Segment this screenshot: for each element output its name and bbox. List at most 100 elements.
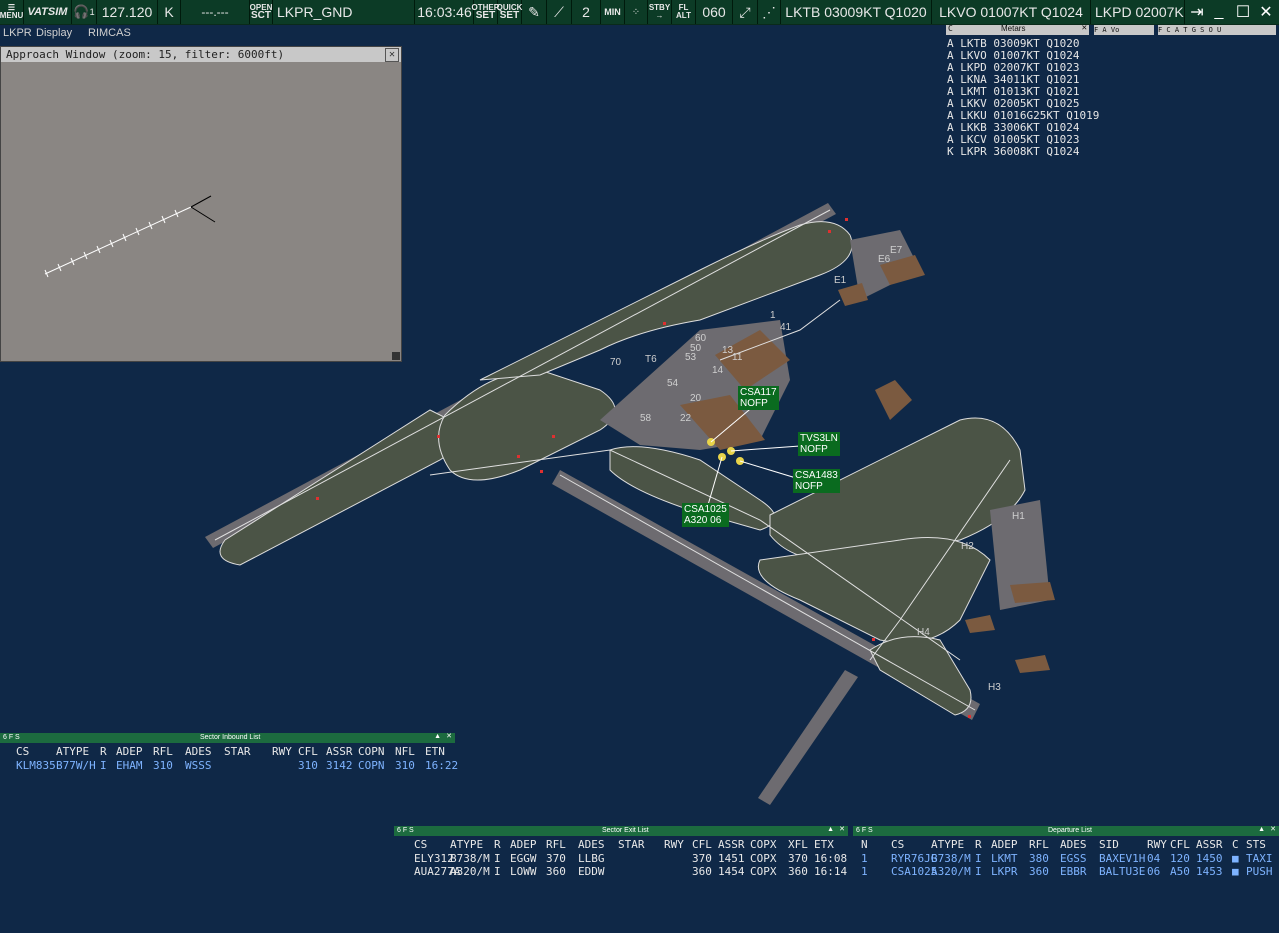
column-header[interactable]: R [100, 745, 107, 758]
column-header[interactable]: ATYPE [450, 838, 483, 851]
atis-count: 1 [89, 7, 95, 17]
aircraft-tag[interactable]: CSA117 NOFP [738, 386, 779, 410]
column-header[interactable]: ADES [185, 745, 212, 758]
column-header[interactable]: C [1232, 838, 1239, 851]
column-header[interactable]: COPX [750, 838, 777, 851]
minimize-icon[interactable]: _ [1207, 1, 1231, 23]
column-header[interactable]: ASSR [326, 745, 353, 758]
table-cell: COPN [358, 759, 385, 772]
column-header[interactable]: ATYPE [56, 745, 89, 758]
menu-lkpr[interactable]: LKPR [3, 27, 32, 39]
secondary-frequency[interactable]: ---.--- [181, 0, 250, 24]
other-set-button[interactable]: OTHER SET [472, 0, 500, 24]
range-display[interactable]: 2 [572, 0, 601, 24]
dots-icon[interactable]: ⁘ [625, 0, 648, 24]
column-header[interactable]: ADES [1060, 838, 1087, 851]
metars-filter-a[interactable]: F A Vo [1094, 25, 1154, 35]
ruler-icon[interactable]: ⟋ [547, 0, 572, 24]
close-icon[interactable]: ✕ [446, 732, 452, 742]
column-header[interactable]: STAR [618, 838, 645, 851]
collapse-icon[interactable]: ▲ [827, 825, 834, 835]
waypoint-icon[interactable]: ⋰ [758, 0, 781, 24]
open-sector-button[interactable]: OPEN SCT [250, 0, 273, 24]
menu-rimcas[interactable]: RIMCAS [88, 27, 131, 39]
table-cell[interactable]: KLM835 [16, 759, 56, 772]
column-header[interactable]: RWY [664, 838, 684, 851]
column-header[interactable]: CFL [1170, 838, 1190, 851]
departure-list-header[interactable]: 6 F S Departure List ▲ ✕ [853, 826, 1279, 836]
table-cell[interactable]: ELY312 [414, 852, 454, 865]
column-header[interactable]: ASSR [718, 838, 745, 851]
inbound-list-header[interactable]: 6 F S Sector Inbound List ▲ ✕ [0, 733, 455, 743]
column-header[interactable]: CS [414, 838, 427, 851]
column-header[interactable]: RWY [272, 745, 292, 758]
approach-window[interactable]: Approach Window (zoom: 15, filter: 6000f… [0, 46, 402, 362]
column-header[interactable]: STS [1246, 838, 1266, 851]
column-header[interactable]: CFL [298, 745, 318, 758]
column-header[interactable]: ADEP [116, 745, 143, 758]
maximize-icon[interactable]: ☐ [1231, 1, 1255, 23]
controller-position[interactable]: LKPR_GND [273, 0, 415, 24]
min-button[interactable]: MIN [601, 0, 625, 24]
column-header[interactable]: R [975, 838, 982, 851]
column-header[interactable]: RFL [1029, 838, 1049, 851]
other-set-label: SET [475, 10, 496, 21]
column-header[interactable]: XFL [788, 838, 808, 851]
atis-button[interactable]: 🎧 1 [72, 0, 97, 24]
table-cell[interactable]: 1 [861, 865, 868, 878]
column-header[interactable]: R [494, 838, 501, 851]
aircraft-tag[interactable]: TVS3LN NOFP [798, 432, 840, 456]
aircraft-tag[interactable]: CSA1483 NOFP [793, 469, 840, 493]
column-header[interactable]: ADES [578, 838, 605, 851]
column-header[interactable]: ASSR [1196, 838, 1223, 851]
table-cell[interactable]: 1 [861, 852, 868, 865]
column-header[interactable]: STAR [224, 745, 251, 758]
route-icon[interactable]: ⤢ [733, 0, 758, 24]
table-cell: WSSS [185, 759, 212, 772]
exit-icon[interactable]: ⇥ [1185, 1, 1209, 23]
pen-icon[interactable]: ✎ [522, 0, 547, 24]
collapse-icon[interactable]: ▲ [434, 732, 441, 742]
list-controls[interactable]: 6 F S [856, 826, 873, 836]
column-header[interactable]: ETX [814, 838, 834, 851]
column-header[interactable]: RFL [153, 745, 173, 758]
close-icon[interactable]: ✕ [385, 48, 399, 62]
fl-alt-button[interactable]: FL ALT [672, 0, 696, 24]
frequency-display[interactable]: 127.120 [97, 0, 158, 24]
column-header[interactable]: RWY [1147, 838, 1167, 851]
list-controls[interactable]: 6 F S [3, 733, 20, 743]
column-header[interactable]: CS [891, 838, 904, 851]
metars-header[interactable]: C Metars ✕ [946, 23, 1089, 35]
column-header[interactable]: ETN [425, 745, 445, 758]
column-header[interactable]: N [861, 838, 868, 851]
column-header[interactable]: ATYPE [931, 838, 964, 851]
menu-button[interactable]: ☰ MENU [0, 0, 24, 24]
quick-set-button[interactable]: QUICK SET [497, 0, 522, 24]
table-cell: 1451 [718, 852, 745, 865]
column-header[interactable]: CFL [692, 838, 712, 851]
vatsim-logo: VATSIM [24, 0, 72, 24]
column-header[interactable]: RFL [546, 838, 566, 851]
taxi-label: E6 [878, 254, 891, 265]
close-icon[interactable]: ✕ [1254, 1, 1278, 23]
column-header[interactable]: ADEP [510, 838, 537, 851]
column-header[interactable]: SID [1099, 838, 1119, 851]
exit-list-header[interactable]: 6 F S Sector Exit List ▲ ✕ [394, 826, 848, 836]
clock: 16:03:46 [416, 0, 474, 24]
column-header[interactable]: NFL [395, 745, 415, 758]
stby-button[interactable]: STBY → [648, 0, 672, 24]
close-icon[interactable]: ✕ [1270, 825, 1276, 835]
list-controls[interactable]: 6 F S [397, 826, 414, 836]
metars-filter-b[interactable]: F C A T G S O U [1158, 25, 1276, 35]
column-header[interactable]: CS [16, 745, 29, 758]
resize-handle[interactable] [392, 352, 400, 360]
atis-letter[interactable]: K [158, 0, 181, 24]
close-icon[interactable]: ✕ [1082, 23, 1087, 33]
column-header[interactable]: ADEP [991, 838, 1018, 851]
transition-level[interactable]: 060 [696, 0, 733, 24]
menu-display[interactable]: Display [36, 27, 72, 39]
column-header[interactable]: COPN [358, 745, 385, 758]
aircraft-tag[interactable]: CSA1025 A320 06 [682, 503, 729, 527]
close-icon[interactable]: ✕ [839, 825, 845, 835]
collapse-icon[interactable]: ▲ [1258, 825, 1265, 835]
